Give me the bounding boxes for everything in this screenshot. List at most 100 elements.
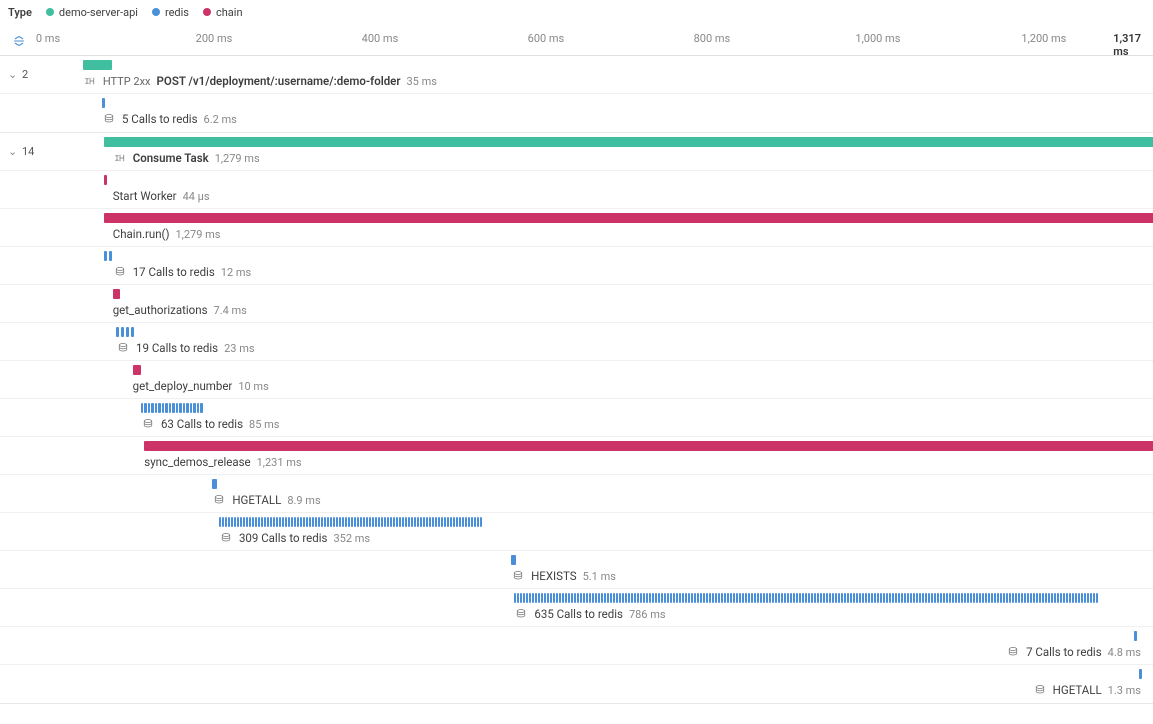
- redis-call-tick: [700, 593, 702, 603]
- span-duration: 1,279 ms: [215, 152, 260, 165]
- http-icon: [83, 74, 97, 88]
- redis-call-tick: [104, 251, 107, 261]
- redis-call-tick: [841, 593, 843, 603]
- legend-item-chain[interactable]: chain: [203, 6, 243, 19]
- legend-row: Type demo-server-api redis chain: [0, 0, 1153, 24]
- redis-call-tick: [766, 593, 768, 603]
- redis-call-tick: [595, 593, 597, 603]
- redis-call-tick: [264, 517, 266, 527]
- redis-call-tick: [1015, 593, 1017, 603]
- redis-call-tick: [441, 517, 443, 527]
- axis-tick: 400 ms: [362, 32, 399, 45]
- redis-call-tick: [390, 517, 392, 527]
- redis-call-tick: [559, 593, 561, 603]
- redis-call-tick: [979, 593, 981, 603]
- span-bar-redis: [212, 479, 217, 489]
- span-group: ⌄2HTTP 2xxPOST /v1/deployment/:username/…: [0, 56, 1153, 133]
- span-duration: 7.4 ms: [214, 304, 247, 317]
- span-row[interactable]: HTTP 2xxPOST /v1/deployment/:username/:d…: [0, 56, 1153, 94]
- redis-call-tick: [943, 593, 945, 603]
- redis-call-tick: [874, 593, 876, 603]
- redis-call-tick: [781, 593, 783, 603]
- legend-item-redis[interactable]: redis: [152, 6, 189, 19]
- span-row[interactable]: Consume Task1,279 ms: [0, 133, 1153, 171]
- redis-call-tick: [435, 517, 437, 527]
- span-row[interactable]: Chain.run()1,279 ms: [0, 209, 1153, 247]
- span-duration: 1.3 ms: [1108, 684, 1141, 697]
- redis-call-tick: [847, 593, 849, 603]
- redis-call-tick: [538, 593, 540, 603]
- redis-call-tick: [652, 593, 654, 603]
- redis-call-tick: [868, 593, 870, 603]
- redis-call-tick: [703, 593, 705, 603]
- redis-call-tick: [673, 593, 675, 603]
- span-row[interactable]: get_authorizations7.4 ms: [0, 285, 1153, 323]
- collapse-all-icon[interactable]: [10, 32, 28, 50]
- redis-call-tick: [1069, 593, 1071, 603]
- span-row[interactable]: 17 Calls to redis12 ms: [0, 247, 1153, 285]
- span-row[interactable]: HEXISTS5.1 ms: [0, 551, 1153, 589]
- span-row[interactable]: HGETALL1.3 ms: [0, 665, 1153, 703]
- redis-call-tick: [772, 593, 774, 603]
- redis-call-tick: [1033, 593, 1035, 603]
- redis-call-tick: [102, 98, 105, 108]
- redis-call-tick: [730, 593, 732, 603]
- redis-call-tick: [423, 517, 425, 527]
- redis-call-tick: [805, 593, 807, 603]
- legend-item-api[interactable]: demo-server-api: [46, 6, 138, 19]
- redis-call-tick: [200, 403, 203, 413]
- redis-call-tick: [631, 593, 633, 603]
- redis-call-tick: [844, 593, 846, 603]
- span-row[interactable]: 63 Calls to redis85 ms: [0, 399, 1153, 437]
- redis-call-tick: [694, 593, 696, 603]
- redis-call-tick: [1139, 669, 1142, 679]
- redis-call-tick: [193, 403, 196, 413]
- redis-call-tick: [514, 593, 516, 603]
- span-row[interactable]: 309 Calls to redis352 ms: [0, 513, 1153, 551]
- redis-call-tick: [676, 593, 678, 603]
- redis-call-tick: [1012, 593, 1014, 603]
- redis-call-tick: [970, 593, 972, 603]
- span-row[interactable]: sync_demos_release1,231 ms: [0, 437, 1153, 475]
- redis-call-tick: [399, 517, 401, 527]
- redis-call-tick: [958, 593, 960, 603]
- redis-call-tick: [165, 403, 168, 413]
- redis-call-tick: [1021, 593, 1023, 603]
- redis-call-tick: [453, 517, 455, 527]
- redis-call-tick: [532, 593, 534, 603]
- redis-call-tick: [354, 517, 356, 527]
- redis-call-tick: [754, 593, 756, 603]
- redis-call-tick: [949, 593, 951, 603]
- span-row[interactable]: HGETALL8.9 ms: [0, 475, 1153, 513]
- span-group: ⌄14Consume Task1,279 msStart Worker44 µs…: [0, 133, 1153, 704]
- redis-call-tick: [1042, 593, 1044, 603]
- redis-call-tick: [261, 517, 263, 527]
- redis-call-tick: [871, 593, 873, 603]
- redis-call-tick: [279, 517, 281, 527]
- span-row[interactable]: 635 Calls to redis786 ms: [0, 589, 1153, 627]
- redis-call-tick: [721, 593, 723, 603]
- redis-call-tick: [1090, 593, 1092, 603]
- redis-call-tick: [294, 517, 296, 527]
- redis-call-tick: [179, 403, 182, 413]
- span-row[interactable]: 7 Calls to redis4.8 ms: [0, 627, 1153, 665]
- redis-call-tick: [243, 517, 245, 527]
- redis-call-tick: [769, 593, 771, 603]
- span-label: HGETALL1.3 ms: [1033, 683, 1141, 697]
- redis-call-tick: [333, 517, 335, 527]
- redis-call-tick: [474, 517, 476, 527]
- span-row[interactable]: 19 Calls to redis23 ms: [0, 323, 1153, 361]
- redis-call-tick: [363, 517, 365, 527]
- type-label: Type: [8, 6, 32, 19]
- redis-call-tick: [580, 593, 582, 603]
- span-row[interactable]: Start Worker44 µs: [0, 171, 1153, 209]
- span-row[interactable]: 5 Calls to redis6.2 ms: [0, 94, 1153, 132]
- redis-call-tick: [327, 517, 329, 527]
- redis-call-tick: [709, 593, 711, 603]
- redis-call-tick: [212, 479, 217, 489]
- redis-call-tick: [1030, 593, 1032, 603]
- http-status: HTTP 2xx: [103, 75, 151, 88]
- redis-call-tick: [121, 327, 124, 337]
- redis-call-tick: [760, 593, 762, 603]
- span-row[interactable]: get_deploy_number10 ms: [0, 361, 1153, 399]
